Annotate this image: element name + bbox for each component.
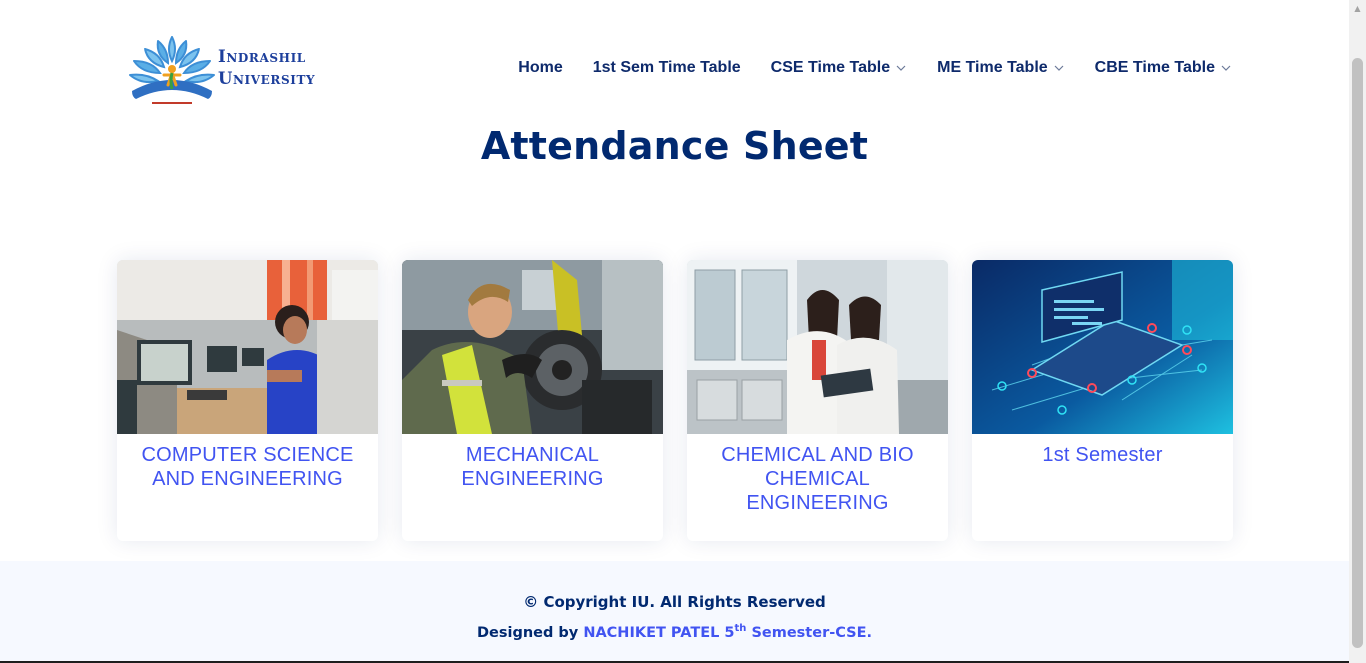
brand-logo[interactable]: Indrashil University (128, 31, 333, 109)
card-title[interactable]: COMPUTER SCIENCE AND ENGINEERING (117, 434, 378, 491)
card-cse[interactable]: COMPUTER SCIENCE AND ENGINEERING (117, 260, 378, 541)
brand-name-line2: University (218, 69, 316, 88)
card-title[interactable]: CHEMICAL AND BIO CHEMICAL ENGINEERING (687, 434, 948, 515)
department-cards: COMPUTER SCIENCE AND ENGINEERING MECHANI… (117, 260, 1233, 541)
nav-item-cbe-time-table[interactable]: CBE Time Table (1095, 57, 1232, 79)
designer-suffix: Semester-CSE. (746, 624, 873, 641)
chevron-down-icon (896, 65, 906, 71)
card-mechanical[interactable]: MECHANICAL ENGINEERING (402, 260, 663, 541)
chevron-down-icon (1054, 65, 1064, 71)
designed-by-prefix: Designed by (476, 624, 584, 641)
nav-item-label: Home (518, 59, 563, 76)
card-title[interactable]: 1st Semester (972, 434, 1233, 467)
main-nav: Home 1st Sem Time Table CSE Time Table M… (518, 57, 1232, 79)
nav-item-cse-time-table[interactable]: CSE Time Table (771, 57, 907, 79)
nav-item-label: ME Time Table (937, 59, 1048, 76)
lotus-figure-logo-icon (128, 31, 216, 109)
chevron-down-icon (1221, 65, 1231, 71)
nav-item-me-time-table[interactable]: ME Time Table (937, 57, 1065, 79)
designer-sup: th (734, 623, 747, 634)
scroll-thumb[interactable] (1352, 58, 1363, 648)
designed-by-text: Designed by NACHIKET PATEL 5th Semester-… (0, 623, 1349, 641)
site-header: Indrashil University Home 1st Sem Time T… (0, 0, 1349, 120)
nav-item-label: CSE Time Table (770, 59, 891, 76)
brand-name: Indrashil University (218, 46, 315, 90)
mechanic-engine-photo (402, 260, 663, 434)
brand-name-line1: Indrashil (218, 47, 306, 66)
page-title: Attendance Sheet (480, 124, 869, 168)
page: Indrashil University Home 1st Sem Time T… (0, 0, 1349, 663)
page-scrollbar[interactable]: ▲ (1349, 0, 1366, 663)
nav-item-1st-sem-time-table[interactable]: 1st Sem Time Table (593, 57, 741, 79)
nav-item-label: CBE Time Table (1094, 59, 1215, 76)
card-title[interactable]: MECHANICAL ENGINEERING (402, 434, 663, 491)
card-1st-semester[interactable]: 1st Semester (972, 260, 1233, 541)
chemistry-lab-photo (687, 260, 948, 434)
computer-lab-photo (117, 260, 378, 434)
nav-item-label: 1st Sem Time Table (592, 59, 741, 76)
site-footer: © Copyright IU. All Rights Reserved Desi… (0, 561, 1349, 663)
designer-name: NACHIKET PATEL 5 (583, 624, 735, 641)
card-chemical[interactable]: CHEMICAL AND BIO CHEMICAL ENGINEERING (687, 260, 948, 541)
nav-item-home[interactable]: Home (518, 57, 562, 79)
designer-credit-link[interactable]: NACHIKET PATEL 5th Semester-CSE. (583, 623, 873, 641)
laptop-network-illustration (972, 260, 1233, 434)
scroll-up-arrow-icon[interactable]: ▲ (1349, 0, 1366, 17)
copyright-text: © Copyright IU. All Rights Reserved (523, 593, 826, 611)
